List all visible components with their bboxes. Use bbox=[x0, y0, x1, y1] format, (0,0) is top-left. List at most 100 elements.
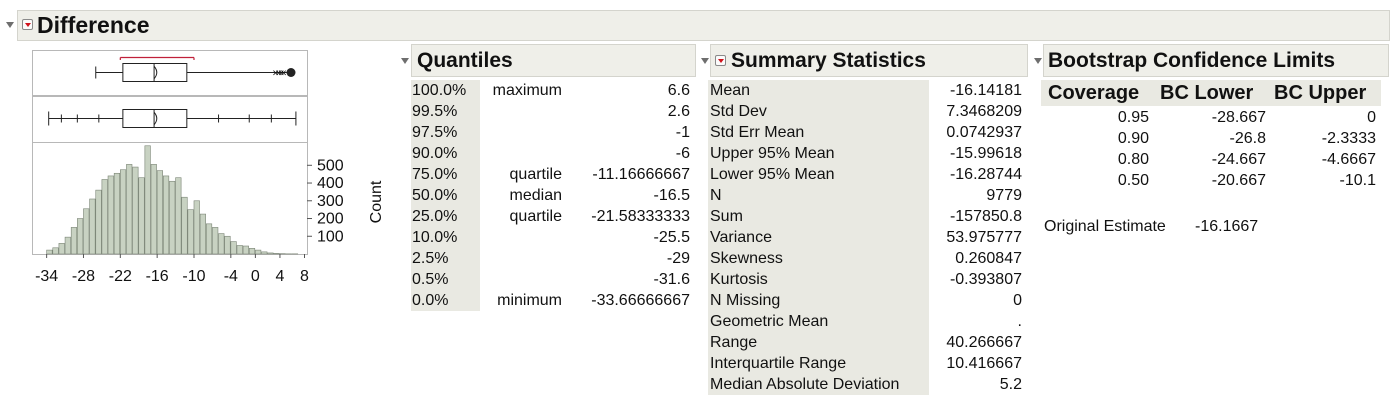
summary-disclosure-icon[interactable] bbox=[701, 58, 709, 64]
summary-stat-label: Interquartile Range bbox=[710, 355, 847, 372]
quantile-value: -29 bbox=[666, 250, 690, 267]
histogram-bar bbox=[95, 189, 102, 255]
quantile-box bbox=[122, 109, 188, 128]
quantile-pct: 90.0% bbox=[412, 145, 458, 162]
x-tick-label: 0 bbox=[251, 268, 260, 285]
histogram-bar bbox=[199, 213, 206, 255]
histogram-bar bbox=[58, 243, 65, 255]
histogram-bar bbox=[255, 249, 262, 255]
x-tick-label: -16 bbox=[146, 268, 169, 285]
summary-stat-label: Upper 95% Mean bbox=[710, 145, 835, 162]
histogram-bar bbox=[267, 252, 274, 255]
histogram-bar bbox=[230, 241, 237, 255]
report-header bbox=[17, 10, 1390, 41]
quantile-pct: 50.0% bbox=[412, 187, 458, 204]
quantile-label: median bbox=[509, 187, 562, 204]
bootstrap-col-bc-lower: BC Lower bbox=[1160, 82, 1254, 104]
histogram-bar bbox=[242, 245, 249, 255]
summary-stat-value: 0 bbox=[1013, 292, 1022, 309]
summary-stat-value: -16.28744 bbox=[949, 166, 1022, 183]
original-estimate-label: Original Estimate bbox=[1044, 218, 1166, 235]
histogram-bar bbox=[273, 253, 280, 255]
histogram-bar bbox=[126, 164, 133, 255]
histogram-bar bbox=[193, 200, 200, 255]
summary-stat-value: -157850.8 bbox=[949, 208, 1022, 225]
histogram-bar bbox=[89, 198, 96, 255]
histogram-bar bbox=[52, 247, 59, 255]
histogram-bar bbox=[261, 251, 268, 255]
quantile-value: 2.6 bbox=[667, 103, 690, 120]
quantile-pct: 75.0% bbox=[412, 166, 458, 183]
histogram-bar bbox=[83, 208, 90, 255]
summary-stat-label: Range bbox=[710, 334, 758, 351]
x-tick-label: -28 bbox=[72, 268, 95, 285]
histogram-bar bbox=[132, 166, 139, 255]
y-tick-label: 300 bbox=[317, 193, 344, 210]
quantile-pct: 100.0% bbox=[412, 82, 467, 99]
summary-stat-value: 0.260847 bbox=[955, 250, 1022, 267]
bootstrap-upper-cell: -10.1 bbox=[1339, 172, 1376, 189]
quantile-pct: 2.5% bbox=[412, 250, 449, 267]
bootstrap-lower-cell: -28.667 bbox=[1211, 109, 1266, 126]
bootstrap-coverage-cell: 0.90 bbox=[1117, 130, 1149, 147]
histogram-bar bbox=[181, 196, 188, 255]
histogram-bar bbox=[175, 177, 182, 255]
original-estimate-value: -16.1667 bbox=[1195, 218, 1259, 235]
x-tick-label: 8 bbox=[300, 268, 309, 285]
histogram-bar bbox=[144, 145, 151, 255]
bootstrap-col-coverage: Coverage bbox=[1048, 82, 1140, 104]
bootstrap-lower-cell: -20.667 bbox=[1211, 172, 1266, 189]
quantile-value: -1 bbox=[675, 124, 690, 141]
x-tick-label: -4 bbox=[224, 268, 238, 285]
summary-stat-label: Lower 95% Mean bbox=[710, 166, 835, 183]
summary-stat-label: Std Err Mean bbox=[710, 124, 805, 141]
histogram-bar bbox=[224, 235, 231, 255]
histogram-bar bbox=[236, 245, 243, 255]
histogram-bar bbox=[120, 169, 127, 255]
histogram-bar bbox=[70, 227, 78, 255]
quantile-value: -11.16666667 bbox=[592, 166, 690, 183]
summary-stat-value: 10.416667 bbox=[946, 355, 1022, 372]
outlier-cluster bbox=[286, 68, 296, 77]
bootstrap-upper-cell: -4.6667 bbox=[1321, 151, 1376, 168]
x-tick-label: -34 bbox=[35, 268, 58, 285]
quantile-pct: 10.0% bbox=[412, 229, 458, 246]
histogram-bar bbox=[77, 218, 84, 255]
summary-stat-value: 7.3468209 bbox=[946, 103, 1022, 120]
bootstrap-disclosure-icon[interactable] bbox=[1034, 58, 1042, 64]
histogram-bar bbox=[162, 175, 170, 255]
y-tick-label: 400 bbox=[317, 175, 344, 192]
quantile-value: -25.5 bbox=[653, 229, 690, 246]
bootstrap-lower-cell: -24.667 bbox=[1211, 151, 1266, 168]
bootstrap-coverage-cell: 0.95 bbox=[1117, 109, 1149, 126]
summary-stat-value: -0.393807 bbox=[949, 271, 1022, 288]
histogram-bar bbox=[218, 233, 225, 255]
summary-stat-label: Variance bbox=[710, 229, 772, 246]
bootstrap-title: Bootstrap Confidence Limits bbox=[1048, 49, 1336, 72]
quantile-label: maximum bbox=[492, 82, 562, 99]
histogram-bar bbox=[113, 172, 121, 255]
bootstrap-col-bc-upper: BC Upper bbox=[1274, 82, 1367, 104]
histogram-bar bbox=[205, 223, 213, 255]
summary-stat-value: -16.14181 bbox=[949, 82, 1022, 99]
summary-stat-value: . bbox=[1017, 313, 1022, 330]
summary-stat-label: Std Dev bbox=[710, 103, 767, 120]
bootstrap-lower-cell: -26.8 bbox=[1229, 130, 1266, 147]
histogram-bar bbox=[156, 170, 163, 255]
summary-stat-label: N bbox=[710, 187, 722, 204]
quantile-pct: 0.5% bbox=[412, 271, 449, 288]
histogram-bar bbox=[169, 180, 176, 255]
summary-stat-value: -15.99618 bbox=[949, 145, 1022, 162]
summary-stat-value: 5.2 bbox=[999, 376, 1022, 393]
y-tick-label: 200 bbox=[317, 211, 344, 228]
summary-red-triangle-menu-icon[interactable] bbox=[715, 55, 726, 66]
disclosure-icon[interactable] bbox=[6, 22, 14, 28]
red-triangle-menu-icon[interactable] bbox=[22, 19, 33, 30]
x-tick-label: 4 bbox=[275, 268, 284, 285]
outlier-point: × bbox=[280, 68, 286, 80]
quantile-value: 6.6 bbox=[667, 82, 690, 99]
histogram-bar bbox=[101, 179, 108, 255]
quantile-value: -6 bbox=[675, 145, 690, 162]
outlier-box bbox=[122, 63, 188, 82]
quantiles-disclosure-icon[interactable] bbox=[401, 58, 409, 64]
